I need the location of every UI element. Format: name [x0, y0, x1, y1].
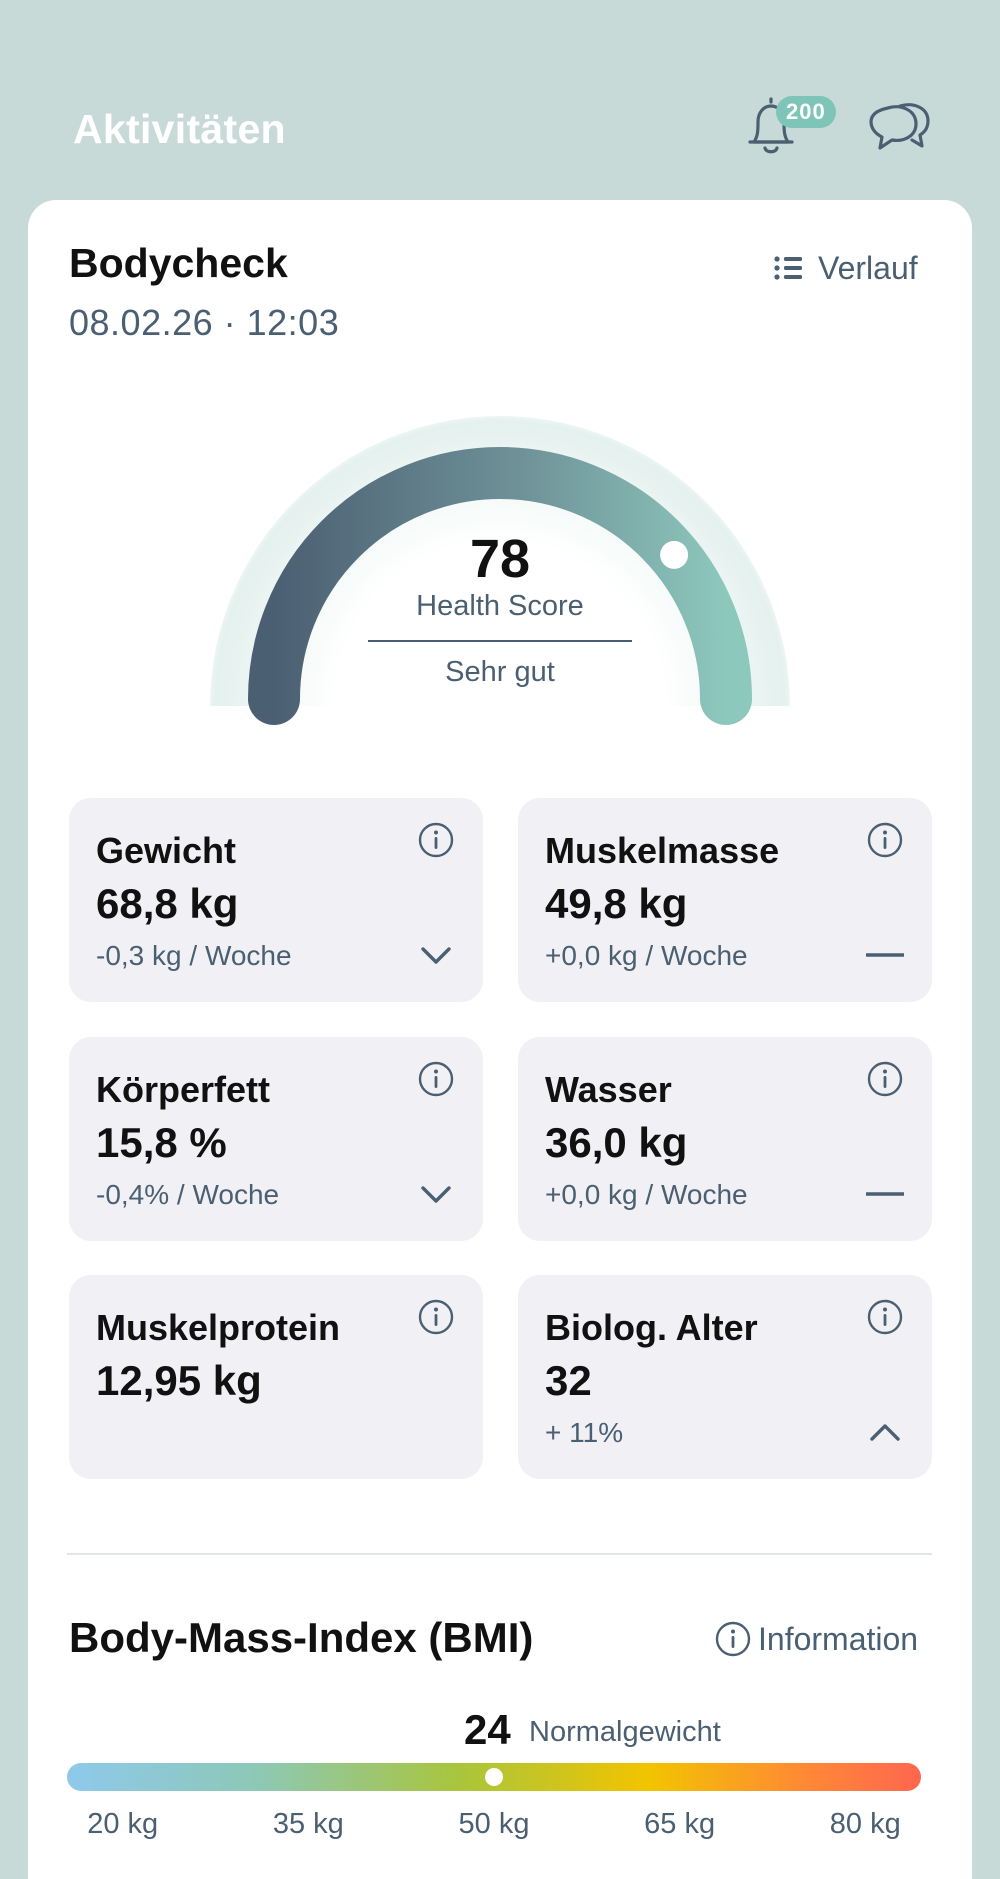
metric-trend: +0,0 kg / Woche [545, 940, 748, 971]
history-label: Verlauf [818, 249, 918, 286]
metric-value: 12,95 kg [96, 1357, 262, 1404]
section-divider [67, 1553, 932, 1555]
score-divider [368, 640, 632, 642]
info-icon[interactable] [866, 1060, 904, 1098]
dash-icon [866, 953, 904, 957]
chevron-up-icon [870, 1424, 900, 1441]
health-score-value: 78 [469, 529, 531, 589]
metric-tile-wasser[interactable]: Wasser 36,0 kg +0,0 kg / Woche [518, 1037, 932, 1241]
metric-label: Gewicht [96, 830, 237, 871]
page-title: Aktivitäten [73, 106, 286, 152]
metric-value: 36,0 kg [545, 1119, 688, 1166]
bmi-tick-label: 65 kg [644, 1808, 716, 1840]
metric-tile-biolog-alter[interactable]: Biolog. Alter 32 + 11% [518, 1275, 932, 1479]
bmi-status: Normalgewicht [529, 1716, 721, 1748]
bmi-information-label: Information [758, 1620, 919, 1657]
metric-label: Körperfett [96, 1069, 271, 1110]
metric-label: Wasser [545, 1069, 672, 1110]
info-icon[interactable] [417, 821, 455, 859]
bmi-value: 24 [464, 1706, 511, 1753]
metric-value: 32 [545, 1357, 592, 1404]
info-icon [715, 1621, 751, 1657]
bodycheck-title: Bodycheck [69, 240, 288, 286]
metric-tile-gewicht[interactable]: Gewicht 68,8 kg -0,3 kg / Woche [69, 798, 483, 1002]
info-icon[interactable] [866, 1298, 904, 1336]
chevron-down-icon [421, 947, 451, 964]
metric-value: 68,8 kg [96, 880, 239, 927]
history-button[interactable]: Verlauf [774, 248, 918, 288]
bmi-tick-label: 35 kg [272, 1808, 344, 1840]
bmi-tick-label: 50 kg [458, 1808, 530, 1840]
info-icon[interactable] [417, 1060, 455, 1098]
metric-value: 15,8 % [96, 1119, 227, 1166]
metric-tile-muskelmasse[interactable]: Muskelmasse 49,8 kg +0,0 kg / Woche [518, 798, 932, 1002]
bmi-information-button[interactable]: Information [714, 1620, 918, 1658]
chevron-down-icon [421, 1186, 451, 1203]
metric-tile-koerperfett[interactable]: Körperfett 15,8 % -0,4% / Woche [69, 1037, 483, 1241]
metric-label: Muskelprotein [96, 1307, 341, 1348]
info-icon[interactable] [866, 821, 904, 859]
metric-trend: +0,0 kg / Woche [545, 1179, 748, 1210]
bmi-title: Body-Mass-Index (BMI) [69, 1614, 534, 1661]
list-icon [774, 256, 802, 280]
metric-label: Muskelmasse [545, 830, 780, 871]
metric-trend: + 11% [545, 1417, 624, 1448]
health-score-status: Sehr gut [445, 656, 555, 688]
bmi-tick-label: 80 kg [829, 1808, 901, 1840]
chat-icon[interactable] [866, 96, 932, 160]
metric-tile-muskelprotein[interactable]: Muskelprotein 12,95 kg [69, 1275, 483, 1479]
bmi-marker [485, 1768, 503, 1786]
metric-label: Biolog. Alter [545, 1307, 758, 1348]
metric-trend: -0,4% / Woche [96, 1179, 280, 1210]
dash-icon [866, 1192, 904, 1196]
health-score-label: Health Score [416, 590, 584, 622]
top-bar: Aktivitäten 200 [0, 0, 1000, 200]
metric-value: 49,8 kg [545, 880, 688, 927]
notification-badge: 200 [776, 96, 836, 128]
metric-trend: -0,3 kg / Woche [96, 940, 292, 971]
info-icon[interactable] [417, 1298, 455, 1336]
bmi-tick-label: 20 kg [87, 1808, 159, 1840]
bodycheck-datetime: 08.02.26 · 12:03 [69, 302, 340, 343]
